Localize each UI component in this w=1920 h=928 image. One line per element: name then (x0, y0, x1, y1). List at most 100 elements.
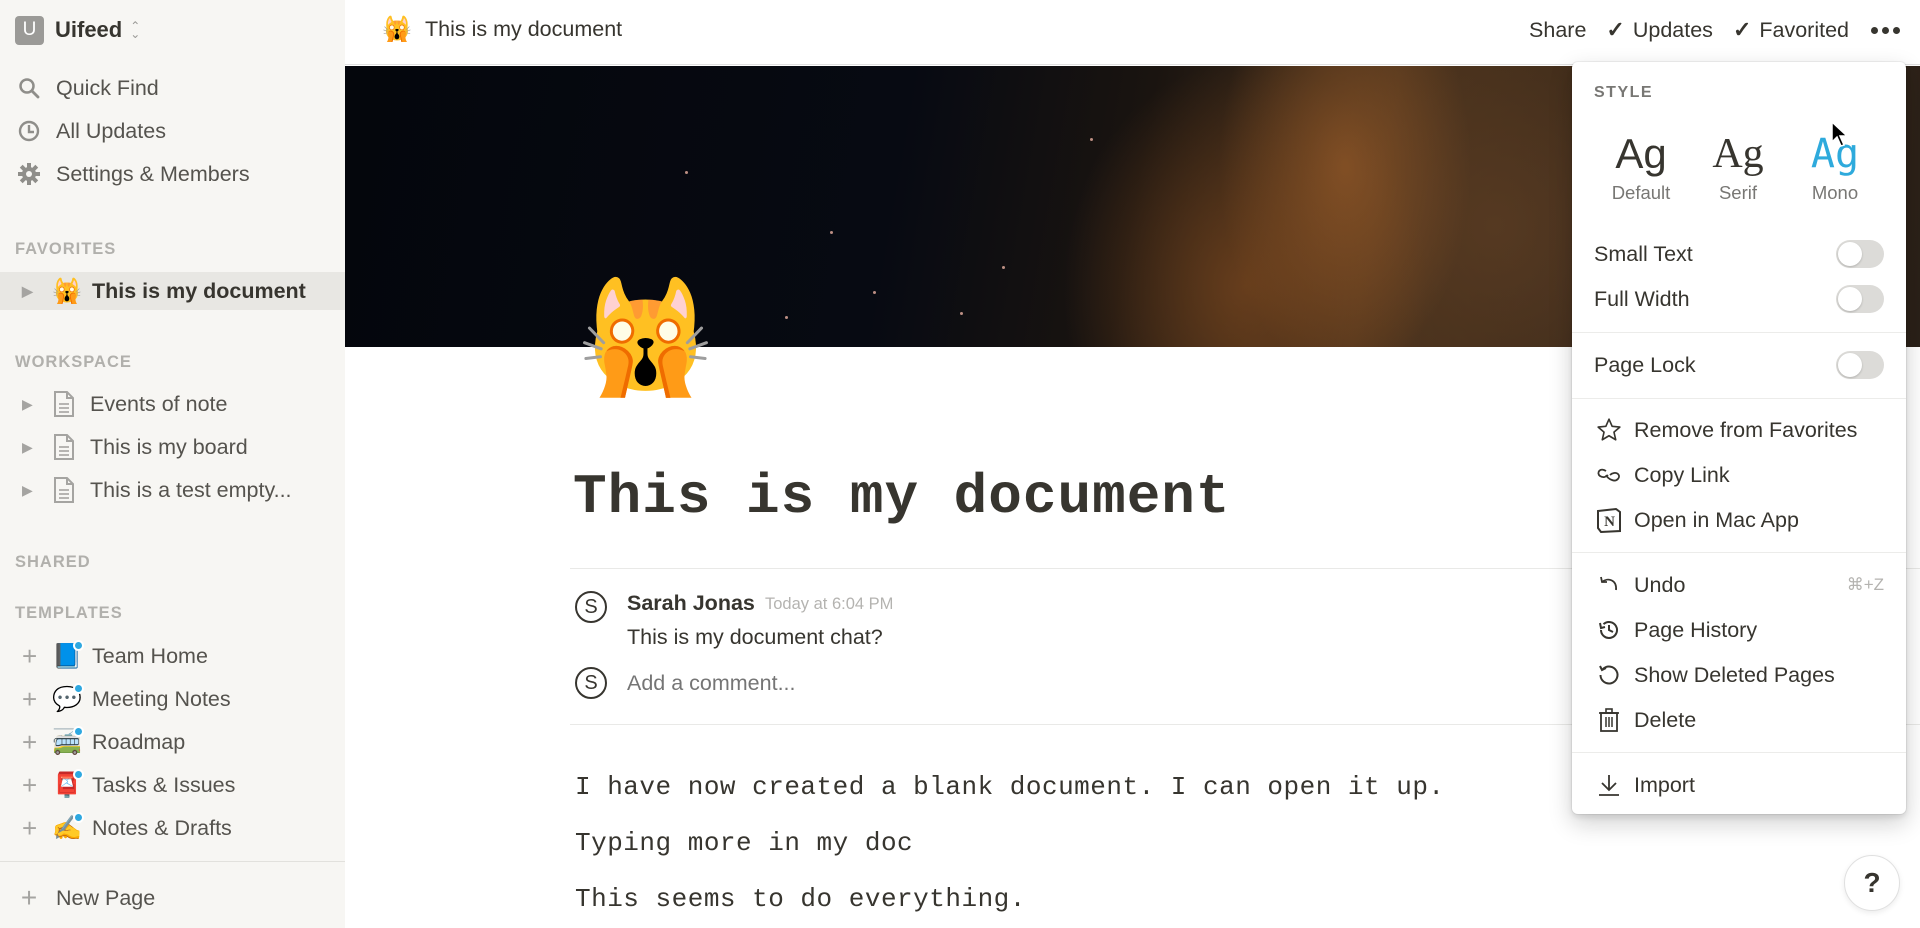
more-options-icon[interactable] (1871, 26, 1900, 34)
menu-item-show-deleted[interactable]: Show Deleted Pages (1572, 655, 1906, 695)
templates-heading: TEMPLATES (15, 604, 123, 622)
workspace-name: Uifeed (55, 17, 123, 42)
page-emoji-icon[interactable]: 🙀 (577, 278, 714, 398)
menu-item-page-history[interactable]: Page History (1572, 610, 1906, 650)
favorites-heading: FAVORITES (15, 240, 117, 258)
paragraph[interactable]: This seems to do everything. (575, 884, 1026, 914)
favorite-item-document[interactable]: ▶ 🙀 This is my document (0, 272, 345, 310)
full-width-toggle[interactable] (1836, 285, 1884, 313)
menu-item-open-mac-app[interactable]: N Open in Mac App (1572, 500, 1906, 540)
add-icon[interactable]: + (22, 643, 40, 669)
menu-item-label: Open in Mac App (1634, 507, 1799, 532)
template-item-meeting-notes[interactable]: + 💬 Meeting Notes (0, 680, 345, 718)
page-lock-toggle[interactable] (1836, 351, 1884, 379)
history-icon (1594, 615, 1624, 645)
expand-triangle-icon[interactable]: ▶ (22, 439, 36, 456)
paragraph[interactable]: Typing more in my doc (575, 828, 913, 858)
workspace-switcher[interactable]: U Uifeed ⌃ ⌄ (15, 15, 141, 45)
menu-item-delete[interactable]: Delete (1572, 700, 1906, 740)
menu-item-copy-link[interactable]: Copy Link (1572, 455, 1906, 495)
add-icon[interactable]: + (22, 686, 40, 712)
star-icon (1594, 415, 1624, 445)
add-icon[interactable]: + (22, 729, 40, 755)
favorited-button[interactable]: ✓ Favorited (1733, 17, 1849, 43)
gear-icon (16, 161, 42, 187)
workspace-item-events[interactable]: ▶ Events of note (0, 385, 345, 423)
template-item-tasks-issues[interactable]: + 📮 Tasks & Issues (0, 766, 345, 804)
comment-composer: S (575, 667, 1227, 699)
check-icon: ✓ (1606, 17, 1625, 42)
menu-divider (1572, 398, 1906, 399)
favorite-item-label: This is my document (92, 278, 306, 303)
sidebar: U Uifeed ⌃ ⌄ Quick Find All Updates Setti… (0, 0, 345, 928)
nav-quick-find[interactable]: Quick Find (16, 70, 159, 106)
comment: S Sarah Jonas Today at 6:04 PM This is m… (575, 591, 893, 649)
style-preview: Ag (1712, 131, 1764, 177)
breadcrumb-title: This is my document (425, 16, 623, 41)
link-icon (1594, 460, 1624, 490)
menu-item-label: Delete (1634, 707, 1697, 732)
page-icon (54, 434, 74, 460)
updates-button[interactable]: ✓ Updates (1606, 17, 1713, 43)
postbox-emoji-icon: 📮 (52, 769, 84, 800)
workspace-avatar: U (15, 15, 44, 45)
template-item-team-home[interactable]: + 📘 Team Home (0, 637, 345, 675)
writing-hand-emoji-icon: ✍️ (52, 812, 84, 843)
menu-item-label: Remove from Favorites (1634, 417, 1858, 442)
small-text-row[interactable]: Small Text (1572, 234, 1906, 274)
style-option-default[interactable]: Ag Default (1596, 128, 1686, 204)
menu-item-label: Copy Link (1634, 462, 1730, 487)
notion-app-icon: N (1594, 505, 1624, 535)
style-label: Mono (1811, 182, 1859, 203)
chevron-updown-icon: ⌃ ⌄ (130, 19, 141, 41)
undo-icon (1594, 570, 1624, 600)
shared-heading: SHARED (15, 553, 91, 571)
new-page-button[interactable]: + New Page (16, 880, 155, 916)
sidebar-divider (0, 861, 345, 862)
nav-settings-members[interactable]: Settings & Members (16, 156, 250, 192)
new-page-label: New Page (56, 885, 156, 910)
page-title[interactable]: This is my document (573, 465, 1231, 529)
template-item-label: Roadmap (92, 729, 186, 754)
page-lock-label: Page Lock (1594, 352, 1696, 377)
paragraph[interactable]: I have now created a blank document. I c… (575, 772, 1445, 802)
workspace-item-test-empty[interactable]: ▶ This is a test empty... (0, 471, 345, 509)
page-lock-row[interactable]: Page Lock (1572, 345, 1906, 385)
check-icon: ✓ (1732, 17, 1752, 42)
style-preview: Ag (1615, 130, 1667, 177)
template-item-notes-drafts[interactable]: + ✍️ Notes & Drafts (0, 809, 345, 847)
template-item-label: Tasks & Issues (92, 772, 236, 797)
style-option-serif[interactable]: Ag Serif (1693, 128, 1783, 204)
breadcrumb[interactable]: 🙀 This is my document (382, 14, 622, 44)
workspace-item-board[interactable]: ▶ This is my board (0, 428, 345, 466)
full-width-row[interactable]: Full Width (1572, 279, 1906, 319)
menu-item-remove-favorites[interactable]: Remove from Favorites (1572, 410, 1906, 450)
nav-all-updates[interactable]: All Updates (16, 113, 166, 149)
share-label: Share (1529, 17, 1587, 42)
style-label: Default (1611, 182, 1671, 203)
expand-triangle-icon[interactable]: ▶ (22, 482, 36, 499)
add-icon[interactable]: + (22, 772, 40, 798)
clock-icon (16, 118, 42, 144)
plus-icon: + (20, 882, 38, 913)
trolleybus-emoji-icon: 🚎 (52, 726, 84, 757)
comment-timestamp: Today at 6:04 PM (765, 595, 894, 613)
menu-item-undo[interactable]: Undo ⌘+Z (1572, 565, 1906, 605)
expand-triangle-icon[interactable]: ▶ (22, 283, 36, 300)
comment-input[interactable] (627, 671, 1227, 696)
style-label: Serif (1718, 182, 1758, 203)
small-text-toggle[interactable] (1836, 240, 1884, 268)
help-button[interactable]: ? (1844, 855, 1900, 911)
menu-item-label: Undo (1634, 572, 1686, 597)
menu-divider (1572, 332, 1906, 333)
menu-item-import[interactable]: Import (1572, 765, 1906, 805)
weary-cat-emoji-icon: 🙀 (382, 15, 412, 43)
svg-text:N: N (1604, 514, 1615, 530)
workspace-heading: WORKSPACE (15, 353, 132, 371)
add-icon[interactable]: + (22, 815, 40, 841)
template-item-roadmap[interactable]: + 🚎 Roadmap (0, 723, 345, 761)
restore-icon (1594, 660, 1624, 690)
undo-shortcut: ⌘+Z (1846, 575, 1884, 594)
share-button[interactable]: Share (1529, 18, 1586, 43)
expand-triangle-icon[interactable]: ▶ (22, 396, 36, 413)
